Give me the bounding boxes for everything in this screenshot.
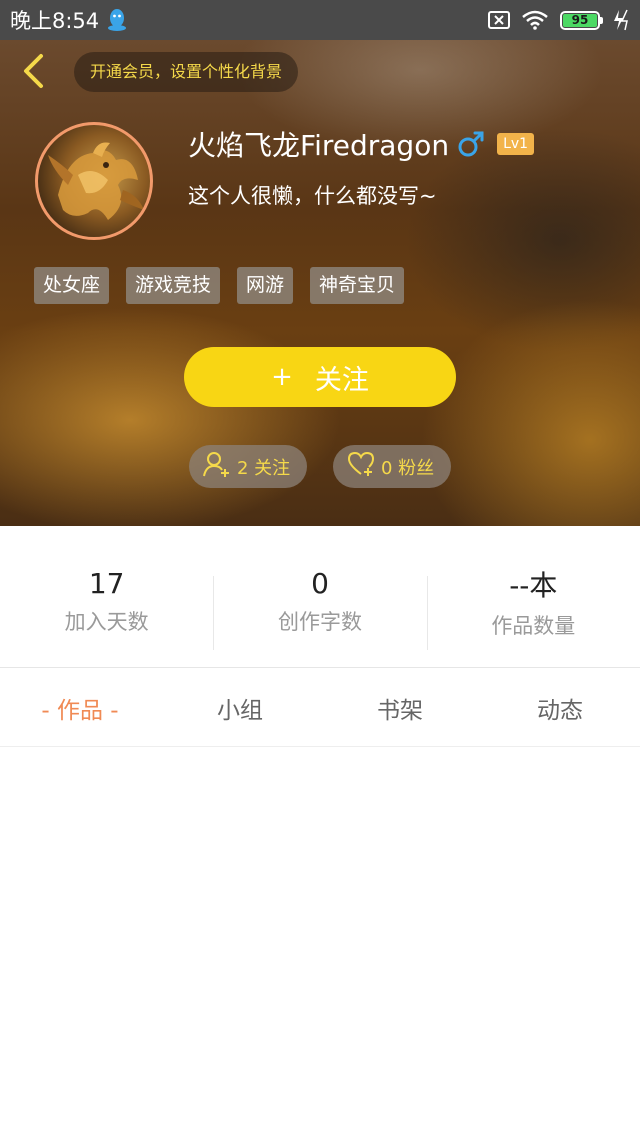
stat-label: 创作字数 (277, 610, 362, 634)
avatar[interactable] (35, 122, 153, 240)
tag[interactable]: 神奇宝贝 (310, 267, 405, 304)
tab-activity[interactable]: 动态 (480, 669, 640, 746)
signature: 这个人很懒，什么都没写~ (188, 184, 437, 208)
fans-button[interactable]: 0 粉丝 (333, 445, 451, 488)
status-left: 晚上8:54 (10, 5, 127, 35)
stat-works-count: --本 作品数量 (426, 526, 640, 667)
follow-button-label: 关注 (314, 364, 369, 396)
status-right: 95 (488, 9, 630, 31)
profile-tabs: - 作品 - 小组 书架 动态 (0, 669, 640, 747)
following-count: 2 关注 (237, 457, 291, 479)
add-user-icon (203, 450, 231, 483)
dragon-avatar-image (48, 142, 144, 220)
fans-count: 0 粉丝 (381, 457, 435, 479)
profile-stats: 17 加入天数 0 创作字数 --本 作品数量 (0, 526, 640, 668)
stat-word-count: 0 创作字数 (213, 526, 426, 667)
tab-works[interactable]: - 作品 - (0, 669, 160, 746)
tab-groups[interactable]: 小组 (160, 669, 320, 746)
battery-level: 95 (563, 13, 597, 27)
tab-bookshelf[interactable]: 书架 (320, 669, 480, 746)
heart-plus-icon (347, 451, 375, 482)
stat-value: --本 (509, 568, 558, 602)
charging-icon (612, 9, 630, 31)
tag-list: 处女座 游戏竞技 网游 神奇宝贝 (34, 267, 405, 304)
stat-value: 17 (88, 567, 125, 600)
following-button[interactable]: 2 关注 (189, 445, 307, 488)
plus-icon: + (271, 362, 293, 392)
follow-button[interactable]: + 关注 (184, 347, 456, 407)
wifi-icon (522, 10, 548, 30)
tag[interactable]: 处女座 (34, 267, 110, 304)
qq-penguin-icon (107, 8, 127, 32)
back-button[interactable] (16, 54, 50, 92)
chevron-left-icon (21, 53, 45, 93)
stat-label: 作品数量 (491, 613, 576, 638)
stat-value: 0 (311, 567, 329, 600)
vip-banner[interactable]: 开通会员，设置个性化背景 (74, 52, 299, 92)
status-bar: 晚上8:54 95 (0, 0, 640, 40)
stat-join-days: 17 加入天数 (0, 526, 213, 667)
stat-label: 加入天数 (64, 610, 149, 634)
male-icon (457, 130, 485, 158)
status-time: 晚上8:54 (10, 9, 100, 33)
sim-off-icon (488, 11, 510, 29)
tag[interactable]: 网游 (237, 267, 294, 304)
profile-header: 开通会员，设置个性化背景 火焰飞龙Firedragon Lv1 这个人很懒，什么… (0, 40, 640, 526)
username-row: 火焰飞龙Firedragon Lv1 (188, 124, 535, 164)
battery-icon: 95 (560, 10, 603, 30)
username: 火焰飞龙Firedragon (188, 129, 450, 162)
level-badge: Lv1 (497, 133, 535, 155)
tag[interactable]: 游戏竞技 (126, 267, 221, 304)
